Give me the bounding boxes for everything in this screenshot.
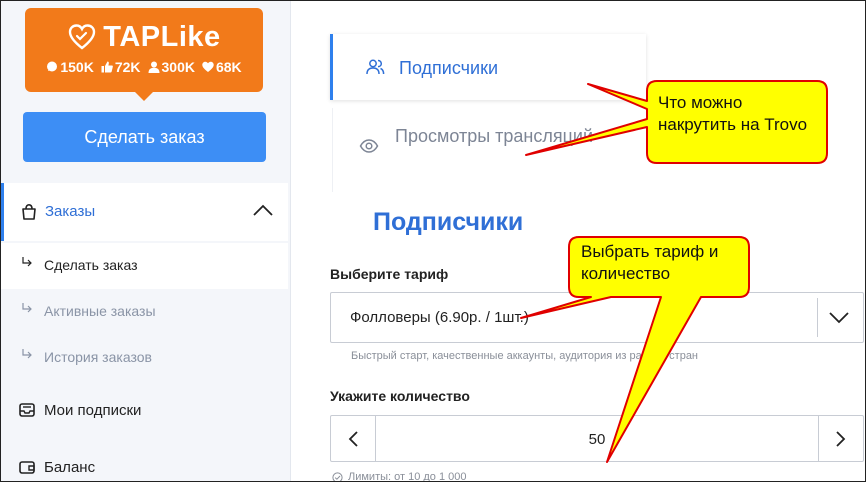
user-icon (148, 61, 159, 73)
sidebar-item-label: Сделать заказ (44, 257, 138, 273)
chevron-left-icon (348, 431, 358, 447)
stat-value: 150K (60, 59, 94, 75)
tariff-select[interactable]: Фолловеры (6.90р. / 1шт.) (330, 292, 864, 343)
make-order-button[interactable]: Сделать заказ (23, 112, 266, 162)
screenshot-frame: TAPLike 150K 72K 300K 68K Сделать заказ … (0, 0, 866, 482)
sidebar-item-my-subscriptions[interactable]: Мои подписки (1, 390, 288, 430)
tariff-hint: Быстрый старт, качественные аккаунты, ау… (351, 350, 699, 362)
page-title: Подписчики (373, 208, 524, 236)
logo-stats: 150K 72K 300K 68K (25, 59, 263, 75)
tariff-label: Выберите тариф (330, 266, 449, 282)
stat-value: 68K (215, 59, 242, 75)
inbox-icon (19, 403, 35, 417)
sidebar-item-make-order[interactable]: Сделать заказ (1, 243, 288, 289)
eye-icon (359, 139, 379, 153)
logo-row: TAPLike (25, 20, 263, 54)
sub-arrow-icon (22, 349, 32, 359)
sidebar-item-label: Активные заказы (44, 303, 156, 319)
tab-label: Подписчики (399, 58, 499, 78)
main-content: Подписчики Просмотры трансляций Подписчи… (292, 1, 865, 482)
tab-subscribers[interactable]: Подписчики (330, 34, 646, 100)
brand-logo-card[interactable]: TAPLike 150K 72K 300K 68K (25, 8, 263, 101)
sidebar-item-balance[interactable]: Баланс (1, 447, 288, 481)
stat-users: 300K (148, 59, 195, 75)
check-circle-icon (332, 471, 343, 481)
chevron-right-icon (836, 431, 846, 447)
service-tabs: Подписчики Просмотры трансляций (330, 34, 646, 192)
increment-button[interactable] (818, 416, 863, 461)
quantity-label: Укажите количество (330, 388, 470, 404)
sidebar-group-label: Заказы (45, 203, 96, 220)
sidebar-item-order-history[interactable]: История заказов (1, 335, 288, 381)
stat-likes: 72K (101, 59, 141, 75)
sidebar-item-label: Мои подписки (44, 402, 142, 419)
brand-name: TAPLike (103, 20, 221, 53)
decrement-button[interactable] (331, 416, 376, 461)
comment-icon (47, 61, 58, 72)
sidebar-item-label: История заказов (44, 349, 152, 365)
tab-stream-views[interactable]: Просмотры трансляций (332, 108, 644, 192)
sub-arrow-icon (22, 257, 32, 267)
quantity-stepper[interactable]: 50 (330, 415, 864, 462)
sidebar-item-label: Баланс (44, 459, 96, 476)
sub-arrow-icon (22, 303, 32, 313)
chevron-down-icon[interactable] (827, 310, 851, 326)
select-divider (817, 298, 818, 337)
quantity-limits: Лимиты: от 10 до 1 000 (332, 471, 467, 482)
sidebar-item-active-orders[interactable]: Активные заказы (1, 289, 288, 335)
shopping-bag-icon (22, 203, 36, 220)
stat-comments: 150K (46, 59, 94, 75)
stat-value: 72K (114, 59, 141, 75)
heart-hand-logo-icon (69, 24, 96, 50)
thumbs-up-icon (101, 61, 113, 73)
stat-value: 300K (161, 59, 195, 75)
tariff-selected-value: Фолловеры (6.90р. / 1шт.) (350, 309, 529, 326)
users-icon (366, 59, 385, 75)
sidebar: TAPLike 150K 72K 300K 68K Сделать заказ … (1, 1, 291, 481)
sidebar-group-orders[interactable]: Заказы (1, 183, 288, 241)
tab-label: Просмотры трансляций (395, 126, 594, 146)
stat-hearts: 68K (202, 59, 242, 75)
heart-icon (202, 61, 214, 72)
limits-text: Лимиты: от 10 до 1 000 (348, 471, 467, 482)
quantity-value[interactable]: 50 (377, 431, 817, 448)
chevron-up-icon[interactable] (252, 203, 274, 217)
wallet-icon (19, 461, 35, 474)
